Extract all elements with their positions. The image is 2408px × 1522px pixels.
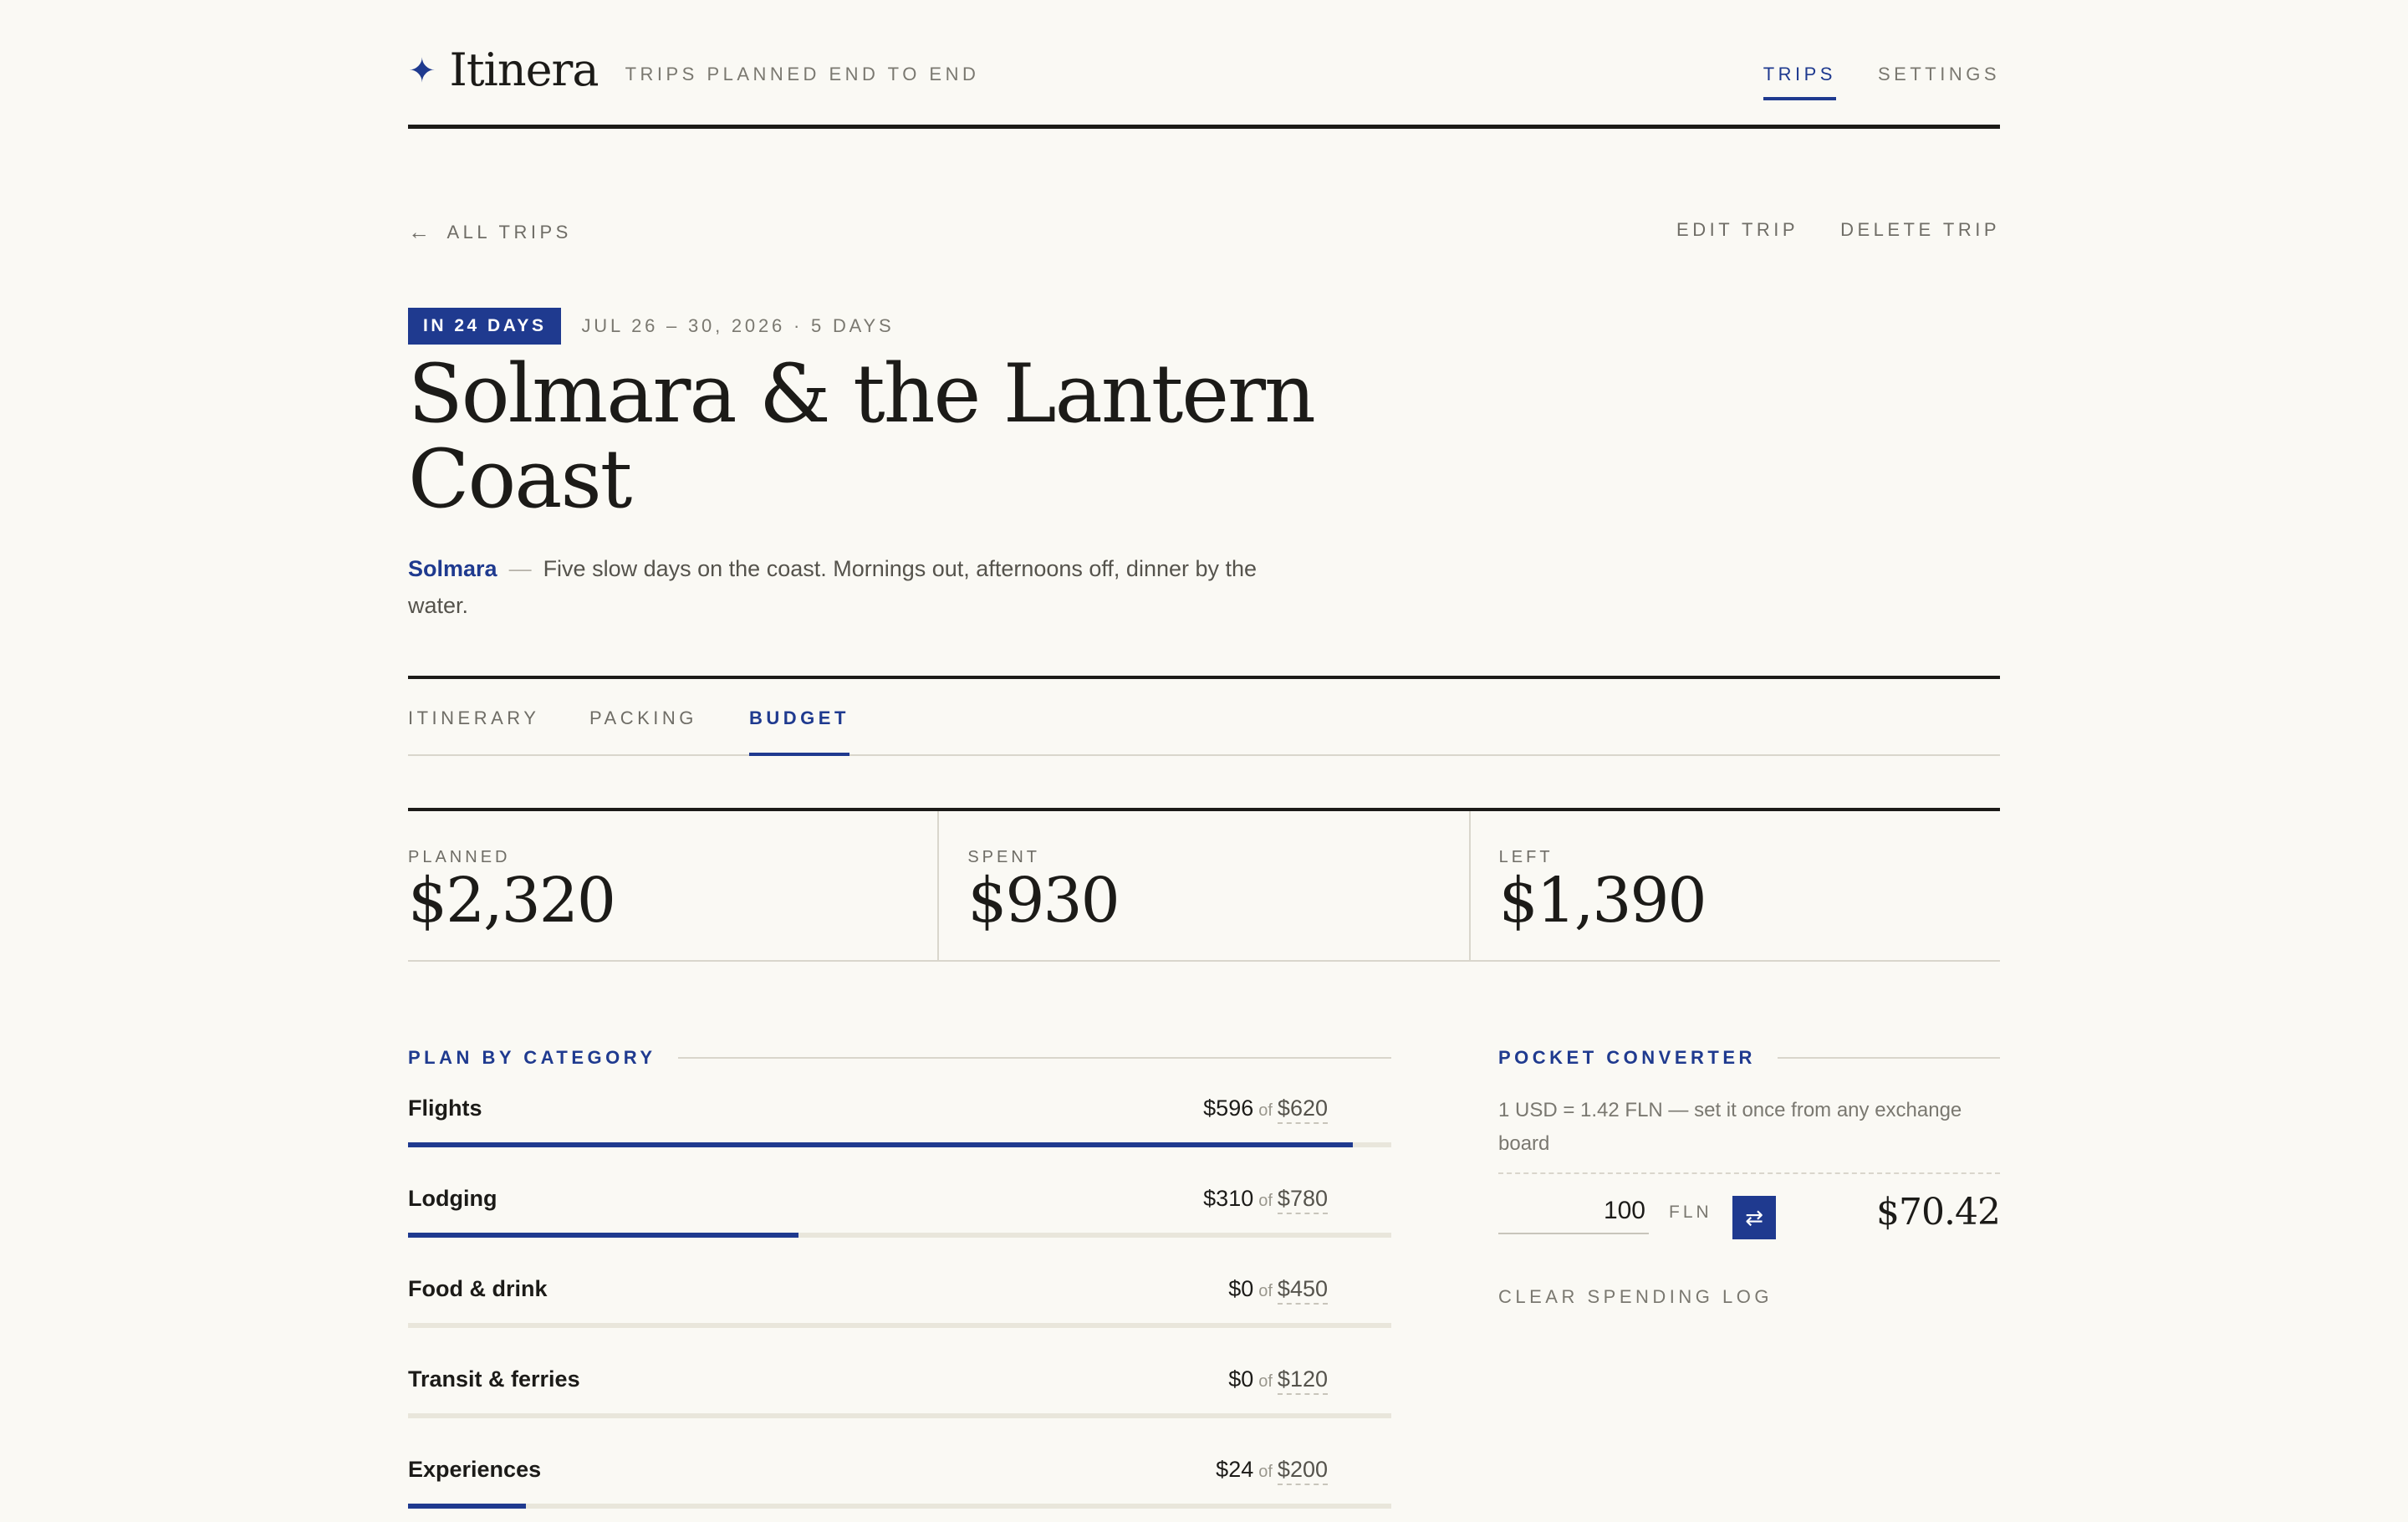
stat-left: LEFT $1,390 bbox=[1471, 811, 2000, 960]
category-name: Transit & ferries bbox=[408, 1366, 580, 1392]
budget-summary: PLANNED $2,320 SPENT $930 LEFT $1,390 bbox=[408, 808, 2000, 962]
trip-title: Solmara & the Lantern Coast bbox=[408, 347, 1316, 526]
trip-place[interactable]: Solmara bbox=[408, 556, 497, 581]
trip-tabs: ITINERARY PACKING BUDGET bbox=[408, 676, 2000, 756]
plan-by-category: PLAN BY CATEGORY Flights $596 of $620 Lodgin… bbox=[408, 1045, 1391, 1522]
of-label: of bbox=[1258, 1372, 1273, 1391]
category-name: Flights bbox=[408, 1096, 482, 1121]
planned-amount-editable[interactable]: $120 bbox=[1277, 1366, 1328, 1395]
of-label: of bbox=[1258, 1192, 1273, 1210]
swap-arrows-icon: ⇄ bbox=[1745, 1204, 1763, 1230]
category-amount: $596 of $620 bbox=[1203, 1096, 1328, 1124]
converted-result: $70.42 bbox=[1876, 1191, 2001, 1233]
brand[interactable]: ✦ Itinera TRIPS PLANNED END TO END bbox=[408, 43, 979, 96]
countdown-badge: IN 24 DAYS bbox=[408, 308, 562, 345]
pocket-converter: POCKET CONVERTER 1 USD = 1.42 FLN — set … bbox=[1498, 1045, 2001, 1308]
progress-track bbox=[408, 1323, 1391, 1328]
tab-budget[interactable]: BUDGET bbox=[749, 707, 849, 756]
progress-fill bbox=[408, 1504, 527, 1509]
category-amount: $0 of $450 bbox=[1228, 1276, 1328, 1305]
trip-meta: IN 24 DAYS JUL 26 – 30, 2026 · 5 DAYS bbox=[408, 308, 894, 345]
trip-summary: Five slow days on the coast. Mornings ou… bbox=[408, 556, 1258, 618]
progress-track bbox=[408, 1413, 1391, 1418]
back-label: ALL TRIPS bbox=[446, 221, 572, 243]
spent-amount: $0 bbox=[1228, 1276, 1254, 1301]
top-nav: TRIPS SETTINGS bbox=[1763, 64, 2000, 100]
page: ✦ Itinera TRIPS PLANNED END TO END TRIPS… bbox=[408, 0, 2001, 1509]
of-label: of bbox=[1258, 1282, 1273, 1300]
spent-amount: $24 bbox=[1216, 1457, 1254, 1482]
planned-amount-editable[interactable]: $780 bbox=[1277, 1186, 1328, 1214]
category-row: Experiences $24 of $200 bbox=[408, 1432, 1391, 1522]
app-tagline: TRIPS PLANNED END TO END bbox=[625, 64, 980, 84]
trip-actions: ← ALL TRIPS EDIT TRIP DELETE TRIP bbox=[408, 219, 2000, 244]
planned-amount-editable[interactable]: $200 bbox=[1277, 1457, 1328, 1485]
planned-amount-editable[interactable]: $450 bbox=[1277, 1276, 1328, 1305]
category-row: Lodging $310 of $780 bbox=[408, 1161, 1391, 1251]
section-header: PLAN BY CATEGORY bbox=[408, 1045, 1391, 1070]
category-amount: $0 of $120 bbox=[1228, 1366, 1328, 1395]
planned-amount-editable[interactable]: $620 bbox=[1277, 1096, 1328, 1124]
category-name: Experiences bbox=[408, 1457, 542, 1482]
progress-track bbox=[408, 1504, 1391, 1509]
currency-code: FLN bbox=[1669, 1203, 1712, 1222]
category-amount: $310 of $780 bbox=[1203, 1186, 1328, 1214]
section-rule bbox=[677, 1057, 1391, 1059]
progress-fill bbox=[408, 1233, 798, 1238]
progress-track bbox=[408, 1142, 1391, 1147]
tab-packing[interactable]: PACKING bbox=[589, 707, 697, 753]
section-title: POCKET CONVERTER bbox=[1498, 1047, 1756, 1068]
progress-track bbox=[408, 1233, 1391, 1238]
category-amount: $24 of $200 bbox=[1216, 1457, 1328, 1485]
arrow-left-icon: ← bbox=[408, 219, 434, 244]
trip-dates: JUL 26 – 30, 2026 · 5 DAYS bbox=[581, 315, 895, 336]
exchange-rate-note: 1 USD = 1.42 FLN — set it once from any … bbox=[1498, 1094, 2000, 1174]
trip-description: Solmara — Five slow days on the coast. Mor… bbox=[408, 550, 1294, 624]
clear-spending-log-button[interactable]: CLEAR SPENDING LOG bbox=[1498, 1286, 2000, 1308]
of-label: of bbox=[1258, 1463, 1273, 1481]
category-row: Food & drink $0 of $450 bbox=[408, 1251, 1391, 1341]
of-label: of bbox=[1258, 1101, 1273, 1120]
spent-amount: $0 bbox=[1228, 1366, 1254, 1392]
app-header: ✦ Itinera TRIPS PLANNED END TO END TRIPS… bbox=[408, 0, 2000, 129]
spent-amount: $310 bbox=[1203, 1186, 1254, 1211]
swap-button[interactable]: ⇄ bbox=[1732, 1196, 1776, 1239]
nav-trips[interactable]: TRIPS bbox=[1763, 64, 1836, 100]
stat-spent: SPENT $930 bbox=[939, 811, 1471, 960]
category-list: Flights $596 of $620 Lodging $310 of $780 Food &… bbox=[408, 1070, 1391, 1522]
stat-value: $2,320 bbox=[408, 865, 616, 937]
section-title: PLAN BY CATEGORY bbox=[408, 1047, 656, 1068]
converter-row: FLN ⇄ $70.42 bbox=[1498, 1174, 2001, 1258]
divider-dash: — bbox=[508, 556, 532, 581]
amount-input[interactable] bbox=[1498, 1189, 1649, 1234]
section-rule bbox=[1777, 1057, 2000, 1059]
spent-amount: $596 bbox=[1203, 1096, 1254, 1121]
progress-fill bbox=[408, 1142, 1354, 1147]
category-name: Food & drink bbox=[408, 1276, 548, 1301]
app-name: Itinera bbox=[449, 43, 599, 96]
delete-trip-button[interactable]: DELETE TRIP bbox=[1840, 219, 2000, 241]
back-to-all-trips-link[interactable]: ← ALL TRIPS bbox=[408, 219, 572, 245]
sparkle-icon: ✦ bbox=[408, 53, 436, 89]
category-name: Lodging bbox=[408, 1186, 497, 1211]
stat-planned: PLANNED $2,320 bbox=[408, 811, 940, 960]
category-row: Flights $596 of $620 bbox=[408, 1070, 1391, 1161]
section-header: POCKET CONVERTER bbox=[1498, 1045, 2000, 1070]
stat-value: $1,390 bbox=[1498, 865, 1707, 937]
trip-action-links: EDIT TRIP DELETE TRIP bbox=[1676, 219, 2000, 241]
tab-itinerary[interactable]: ITINERARY bbox=[408, 707, 539, 753]
stat-value: $930 bbox=[967, 865, 1120, 937]
category-row: Transit & ferries $0 of $120 bbox=[408, 1341, 1391, 1432]
edit-trip-button[interactable]: EDIT TRIP bbox=[1676, 219, 1798, 241]
nav-settings[interactable]: SETTINGS bbox=[1878, 64, 2000, 100]
